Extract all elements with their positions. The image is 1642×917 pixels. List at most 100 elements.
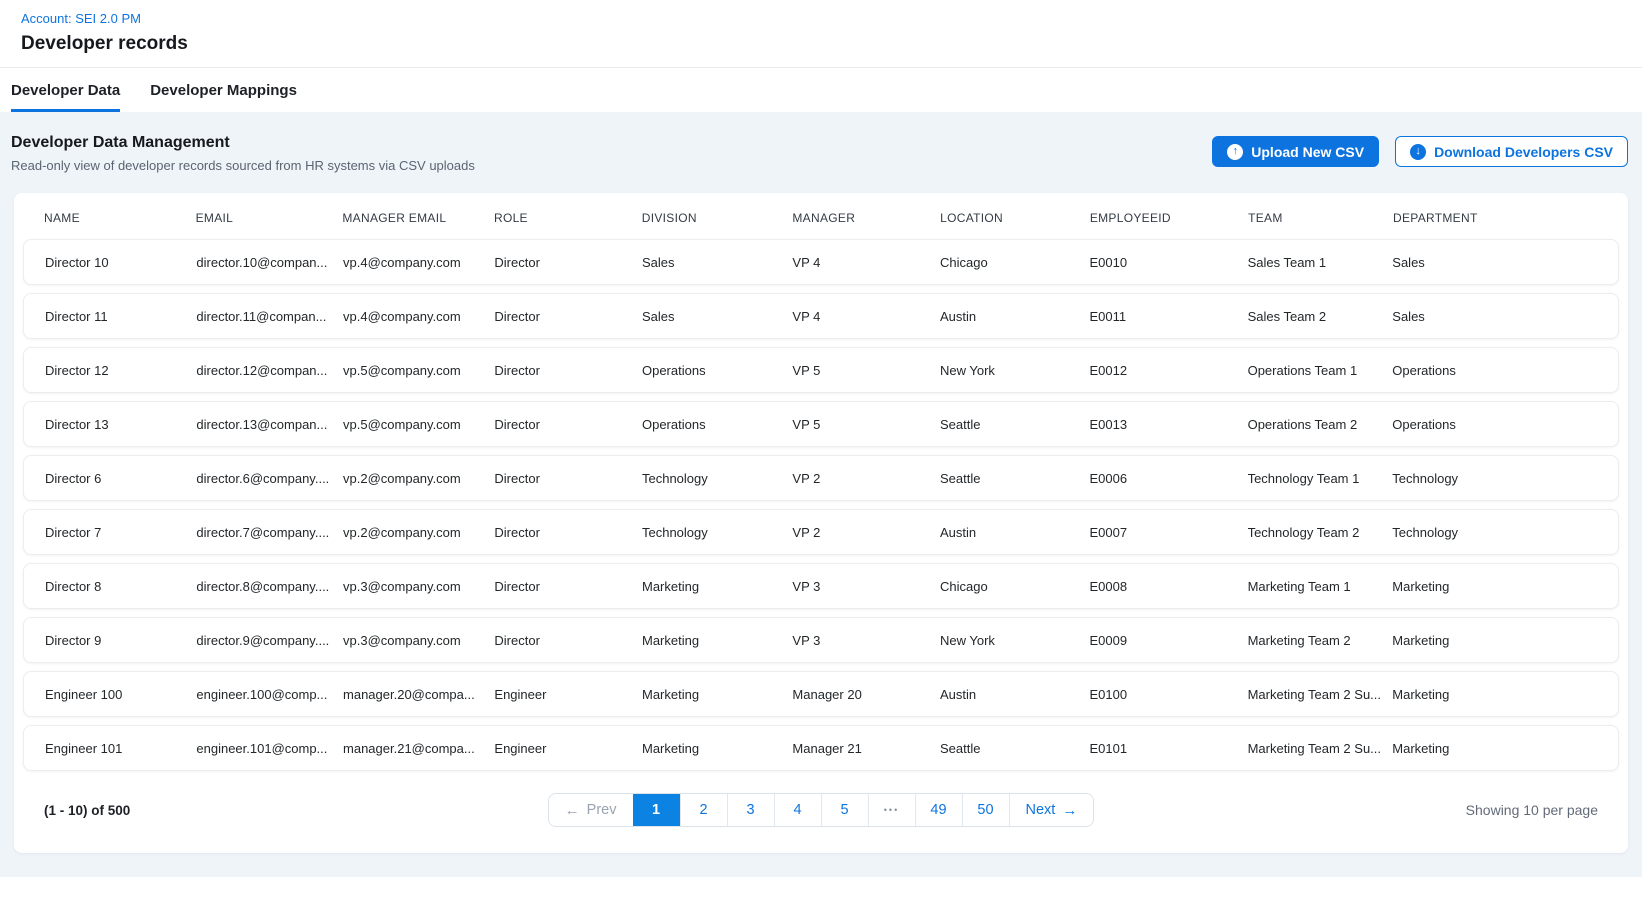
table-cell: Marketing xyxy=(642,579,786,594)
table-cell: vp.3@company.com xyxy=(343,579,488,594)
page-button-50[interactable]: 50 xyxy=(962,794,1009,826)
table-cell: Operations xyxy=(642,363,786,378)
table-cell: Director xyxy=(494,363,636,378)
table-row: Director 12director.12@compan...vp.5@com… xyxy=(23,347,1619,393)
table-cell: E0007 xyxy=(1089,525,1241,540)
table-cell: Operations Team 2 xyxy=(1248,417,1387,432)
table-cell: manager.20@compa... xyxy=(343,687,488,702)
table-cell: Marketing xyxy=(642,741,786,756)
section-title: Developer Data Management xyxy=(11,134,475,152)
table-cell: Engineer 101 xyxy=(45,741,190,756)
next-button[interactable]: Next → xyxy=(1009,794,1094,826)
table-cell: engineer.101@comp... xyxy=(196,741,337,756)
table-cell: Sales Team 1 xyxy=(1248,255,1387,270)
table-cell: Austin xyxy=(940,309,1083,324)
table-cell: E0013 xyxy=(1089,417,1241,432)
table-cell: Director xyxy=(494,525,636,540)
table-cell: E0100 xyxy=(1089,687,1241,702)
table-cell: New York xyxy=(940,363,1083,378)
table-cell: Manager 20 xyxy=(792,687,934,702)
table-cell: E0009 xyxy=(1089,633,1241,648)
table-cell: Marketing Team 2 xyxy=(1248,633,1387,648)
table-cell: Director xyxy=(494,633,636,648)
tab-developer-data[interactable]: Developer Data xyxy=(11,70,120,112)
table-cell: Operations xyxy=(642,417,786,432)
page-button-49[interactable]: 49 xyxy=(915,794,962,826)
table-cell: VP 5 xyxy=(792,363,934,378)
account-link[interactable]: Account: SEI 2.0 PM xyxy=(21,11,141,26)
column-header: MANAGER EMAIL xyxy=(342,211,488,225)
upload-csv-button[interactable]: ↑ Upload New CSV xyxy=(1212,136,1379,167)
table-cell: director.6@company.... xyxy=(196,471,337,486)
table-cell: Marketing Team 2 Su... xyxy=(1248,741,1387,756)
table-cell: Chicago xyxy=(940,579,1083,594)
pagination-ellipsis: ••• xyxy=(868,794,915,826)
table-cell: Operations xyxy=(1392,417,1597,432)
table-cell: Seattle xyxy=(940,471,1083,486)
table-cell: VP 3 xyxy=(792,579,934,594)
table-cell: Austin xyxy=(940,525,1083,540)
table-cell: E0010 xyxy=(1089,255,1241,270)
section-actions: ↑ Upload New CSV ↓ Download Developers C… xyxy=(1212,134,1628,167)
table-cell: Director 12 xyxy=(45,363,190,378)
table-cell: manager.21@compa... xyxy=(343,741,488,756)
page-button-2[interactable]: 2 xyxy=(680,794,727,826)
table-cell: director.8@company.... xyxy=(196,579,337,594)
table-cell: vp.3@company.com xyxy=(343,633,488,648)
tab-bar: Developer Data Developer Mappings xyxy=(0,67,1642,112)
table-cell: Sales xyxy=(1392,309,1597,324)
download-csv-button[interactable]: ↓ Download Developers CSV xyxy=(1395,136,1628,167)
table-cell: VP 2 xyxy=(792,525,934,540)
tab-developer-mappings[interactable]: Developer Mappings xyxy=(150,70,297,112)
page-title: Developer records xyxy=(21,33,1621,55)
table-cell: director.13@compan... xyxy=(196,417,337,432)
table-cell: vp.2@company.com xyxy=(343,525,488,540)
table-cell: Technology Team 1 xyxy=(1248,471,1387,486)
table-cell: vp.5@company.com xyxy=(343,363,488,378)
table-cell: Director xyxy=(494,255,636,270)
table-row: Director 9director.9@company....vp.3@com… xyxy=(23,617,1619,663)
table-cell: Operations xyxy=(1392,363,1597,378)
column-header: NAME xyxy=(44,211,190,225)
column-header: LOCATION xyxy=(940,211,1084,225)
table-row: Director 8director.8@company....vp.3@com… xyxy=(23,563,1619,609)
table-row: Director 7director.7@company....vp.2@com… xyxy=(23,509,1619,555)
page-button-1[interactable]: 1 xyxy=(633,794,680,826)
table-cell: vp.4@company.com xyxy=(343,255,488,270)
table-cell: Sales Team 2 xyxy=(1248,309,1387,324)
table-cell: VP 2 xyxy=(792,471,934,486)
table-row: Director 6director.6@company....vp.2@com… xyxy=(23,455,1619,501)
upload-icon: ↑ xyxy=(1227,144,1243,160)
column-header: DEPARTMENT xyxy=(1393,211,1598,225)
developer-table-card: NAMEEMAILMANAGER EMAILROLEDIVISIONMANAGE… xyxy=(14,193,1628,853)
table-cell: vp.2@company.com xyxy=(343,471,488,486)
table-cell: E0012 xyxy=(1089,363,1241,378)
table-cell: E0011 xyxy=(1089,309,1241,324)
table-cell: Technology Team 2 xyxy=(1248,525,1387,540)
table-cell: Director 13 xyxy=(45,417,190,432)
table-cell: Director xyxy=(494,471,636,486)
page-button-3[interactable]: 3 xyxy=(727,794,774,826)
table-row: Director 10director.10@compan...vp.4@com… xyxy=(23,239,1619,285)
table-cell: Marketing xyxy=(1392,741,1597,756)
table-cell: VP 5 xyxy=(792,417,934,432)
table-cell: E0006 xyxy=(1089,471,1241,486)
table-cell: VP 4 xyxy=(792,255,934,270)
table-cell: VP 4 xyxy=(792,309,934,324)
section-header-text: Developer Data Management Read-only view… xyxy=(11,134,475,173)
arrow-right-icon: → xyxy=(1062,803,1077,818)
table-cell: Director xyxy=(494,579,636,594)
table-cell: New York xyxy=(940,633,1083,648)
page-button-5[interactable]: 5 xyxy=(821,794,868,826)
table-cell: Marketing Team 2 Su... xyxy=(1248,687,1387,702)
table-cell: Director xyxy=(494,417,636,432)
table-cell: Marketing xyxy=(1392,579,1597,594)
page-button-4[interactable]: 4 xyxy=(774,794,821,826)
pagination: ← Prev 12345•••4950 Next → xyxy=(548,793,1095,827)
table-cell: Sales xyxy=(642,255,786,270)
table-row: Engineer 100engineer.100@comp...manager.… xyxy=(23,671,1619,717)
download-icon: ↓ xyxy=(1410,144,1426,160)
table-cell: director.10@compan... xyxy=(196,255,337,270)
prev-button[interactable]: ← Prev xyxy=(549,794,633,826)
table-cell: Marketing xyxy=(1392,633,1597,648)
